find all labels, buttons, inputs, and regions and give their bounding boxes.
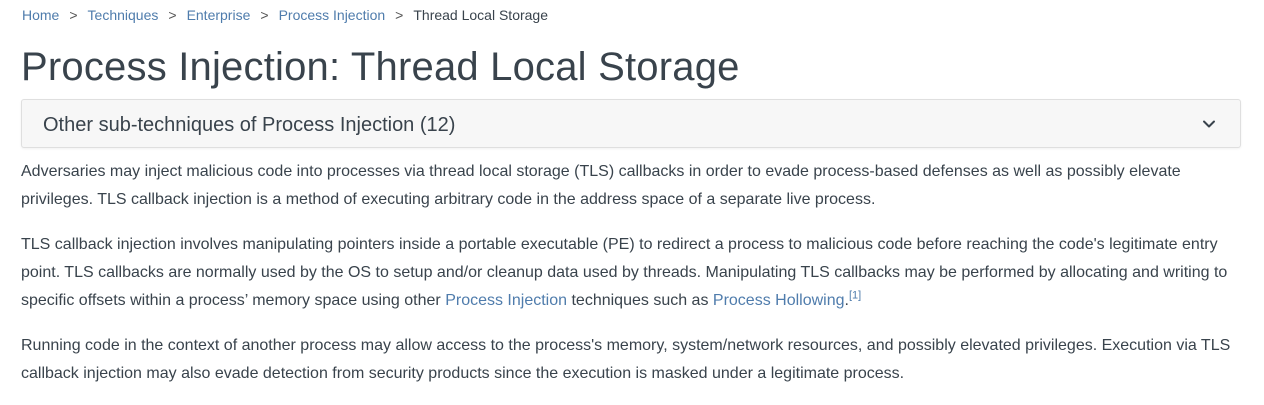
page-title: Process Injection: Thread Local Storage [21,45,740,89]
sub-techniques-accordion[interactable]: Other sub-techniques of Process Injectio… [21,99,1241,148]
citation-link[interactable]: [1] [849,290,861,302]
description-paragraph-3: Running code in the context of another p… [21,337,1231,382]
breadcrumb-separator: > [168,7,177,23]
breadcrumb-techniques-link[interactable]: Techniques [88,6,159,24]
breadcrumb: Home > Techniques > Enterprise > Process… [22,6,548,24]
technique-description: Adversaries may inject malicious code in… [21,158,1243,405]
description-paragraph-1: Adversaries may inject malicious code in… [21,163,1181,208]
breadcrumb-current: Thread Local Storage [413,7,548,23]
process-hollowing-link[interactable]: Process Hollowing [713,292,845,309]
paragraph-text: techniques such as [567,292,713,309]
breadcrumb-process-injection-link[interactable]: Process Injection [279,6,386,24]
breadcrumb-separator: > [260,7,269,23]
chevron-down-icon[interactable] [1202,117,1216,131]
breadcrumb-enterprise-link[interactable]: Enterprise [187,6,251,24]
breadcrumb-separator: > [395,7,404,23]
process-injection-link[interactable]: Process Injection [445,292,567,309]
accordion-label: Other sub-techniques of Process Injectio… [43,114,456,136]
breadcrumb-home-link[interactable]: Home [22,6,59,24]
description-paragraph-2: TLS callback injection involves manipula… [21,231,1243,315]
breadcrumb-separator: > [69,7,78,23]
